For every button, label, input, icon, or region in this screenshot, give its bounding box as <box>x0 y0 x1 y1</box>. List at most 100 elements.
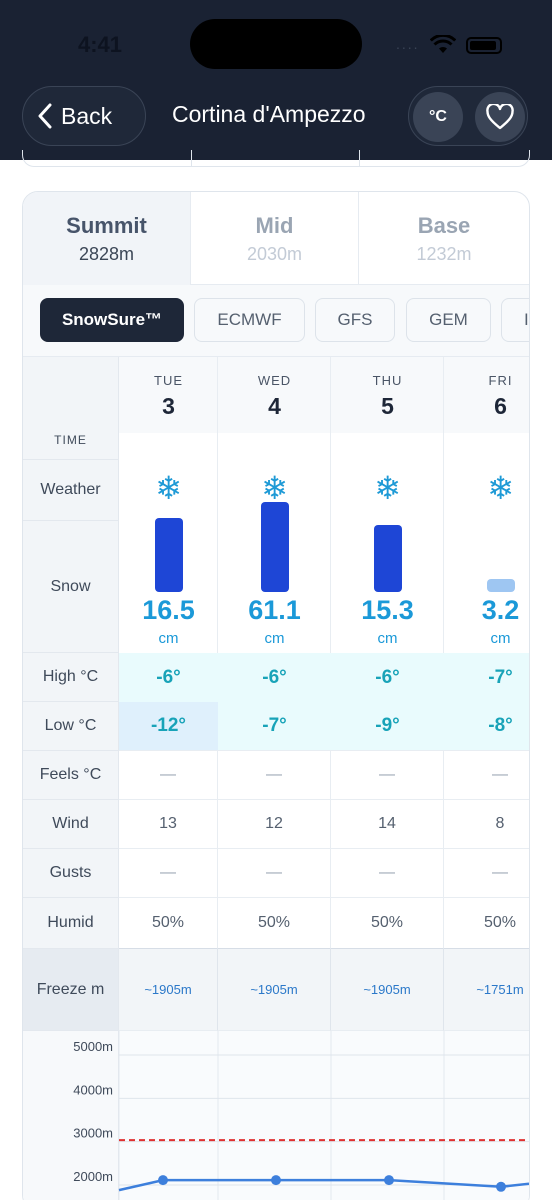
row-label-high: High °C <box>23 653 119 702</box>
favorite-button[interactable] <box>475 92 525 142</box>
humid-cell: 50% <box>119 898 218 949</box>
y-tick-label: 5000m <box>73 1039 113 1054</box>
tab-mid[interactable]: Mid 2030m <box>191 192 359 285</box>
gusts-cell: — <box>218 849 331 898</box>
snow-bar <box>373 525 402 592</box>
row-label-wind: Wind <box>23 800 119 849</box>
chevron-left-icon <box>38 103 52 129</box>
snow-bar <box>154 518 183 592</box>
row-label-snow: Snow <box>23 521 119 653</box>
forecast-grid: TIME Weather Snow High °C Low °C Feels °… <box>23 357 529 1200</box>
freeze-cell: ~1905m <box>331 949 444 1031</box>
day-of-week: FRI <box>488 373 513 388</box>
time-cell <box>331 433 444 460</box>
model-more-button[interactable]: I <box>501 298 529 342</box>
day-number: 6 <box>494 393 507 419</box>
freeze-level-chart: 5000m 4000m 3000m 2000m <box>73 1031 529 1200</box>
snow-unit: cm <box>158 630 179 647</box>
app-header: 4:41 .... Back Cortina d'Ampezzo °C <box>0 0 552 160</box>
y-tick-label: 3000m <box>73 1126 113 1141</box>
day-number: 4 <box>268 393 281 419</box>
status-time: 4:41 <box>78 32 123 57</box>
high-temp-cell: -7° <box>444 653 529 702</box>
humid-cell: 50% <box>331 898 444 949</box>
model-selector: SnowSure™ ECMWF GFS GEM I <box>23 285 529 357</box>
row-label-gusts: Gusts <box>23 849 119 898</box>
humid-cell: 50% <box>444 898 529 949</box>
forecast-card: Summit 2828m Mid 2030m Base 1232m SnowSu… <box>22 191 530 1200</box>
snowflake-icon: ❄ <box>374 470 401 506</box>
row-label-freeze: Freeze m <box>23 949 119 1031</box>
snow-unit: cm <box>490 630 511 647</box>
freeze-cell: ~1905m <box>119 949 218 1031</box>
row-label-feels: Feels °C <box>23 751 119 800</box>
day-of-week: THU <box>372 373 403 388</box>
feels-cell: — <box>331 751 444 800</box>
row-label-low: Low °C <box>23 702 119 751</box>
row-label-humid: Humid <box>23 898 119 949</box>
model-ecmwf-button[interactable]: ECMWF <box>194 298 305 342</box>
back-button[interactable]: Back <box>22 86 146 146</box>
wind-cell: 13 <box>119 800 218 849</box>
low-temp-cell: -12° <box>119 702 218 751</box>
tab-base[interactable]: Base 1232m <box>359 192 529 285</box>
tab-base-elevation: 1232m <box>416 244 472 264</box>
snow-amount: 61.1 <box>248 595 301 625</box>
snow-amount: 16.5 <box>142 595 195 625</box>
high-temp-cell: -6° <box>218 653 331 702</box>
wifi-icon <box>430 35 456 53</box>
signal-dots-icon: .... <box>396 36 420 52</box>
freeze-cell: ~1905m <box>218 949 331 1031</box>
freeze-cell: ~1751m <box>444 949 529 1031</box>
low-temp-cell: -7° <box>218 702 331 751</box>
day-of-week: TUE <box>154 373 183 388</box>
tab-base-label: Base <box>417 213 471 238</box>
y-tick-label: 4000m <box>73 1082 113 1097</box>
snow-bar <box>260 502 289 592</box>
unit-toggle-button[interactable]: °C <box>413 92 463 142</box>
snow-bar <box>486 579 515 592</box>
time-cell <box>119 433 218 460</box>
low-temp-cell: -8° <box>444 702 529 751</box>
gusts-cell: — <box>444 849 529 898</box>
model-snowsure-button[interactable]: SnowSure™ <box>40 298 184 342</box>
freeze-level-point <box>384 1175 394 1186</box>
tab-summit[interactable]: Summit 2828m <box>23 192 191 285</box>
feels-cell: — <box>444 751 529 800</box>
tab-summit-label: Summit <box>66 213 147 238</box>
tab-summit-elevation: 2828m <box>78 244 135 264</box>
snow-amount: 15.3 <box>361 595 414 625</box>
tab-mid-label: Mid <box>255 213 294 238</box>
feels-cell: — <box>218 751 331 800</box>
y-tick-label: 2000m <box>73 1169 113 1184</box>
day-of-week: WED <box>257 373 292 388</box>
time-cell <box>444 433 529 460</box>
back-label: Back <box>61 102 113 129</box>
freeze-level-point <box>496 1181 506 1192</box>
chart-plot-bg <box>119 1031 529 1200</box>
wind-cell: 8 <box>444 800 529 849</box>
gusts-cell: — <box>119 849 218 898</box>
dynamic-island <box>190 19 362 69</box>
time-cell <box>218 433 331 460</box>
high-temp-cell: -6° <box>331 653 444 702</box>
snow-unit: cm <box>264 630 285 647</box>
model-gem-button[interactable]: GEM <box>406 298 491 342</box>
row-label-weather: Weather <box>23 460 119 521</box>
heart-icon <box>486 104 514 130</box>
gusts-cell: — <box>331 849 444 898</box>
humid-cell: 50% <box>218 898 331 949</box>
snowflake-icon: ❄ <box>155 470 182 506</box>
day-number: 3 <box>162 393 175 419</box>
battery-icon <box>466 37 502 54</box>
header-tools: °C <box>408 86 528 146</box>
wind-cell: 12 <box>218 800 331 849</box>
snowflake-icon: ❄ <box>487 470 514 506</box>
snow-amount: 3.2 <box>481 595 520 625</box>
tab-mid-elevation: 2030m <box>246 244 303 264</box>
elevation-tabs: Summit 2828m Mid 2030m Base 1232m <box>23 192 529 285</box>
snow-unit: cm <box>377 630 398 647</box>
model-gfs-button[interactable]: GFS <box>315 298 395 342</box>
feels-cell: — <box>119 751 218 800</box>
page-title: Cortina d'Ampezzo <box>172 101 366 127</box>
